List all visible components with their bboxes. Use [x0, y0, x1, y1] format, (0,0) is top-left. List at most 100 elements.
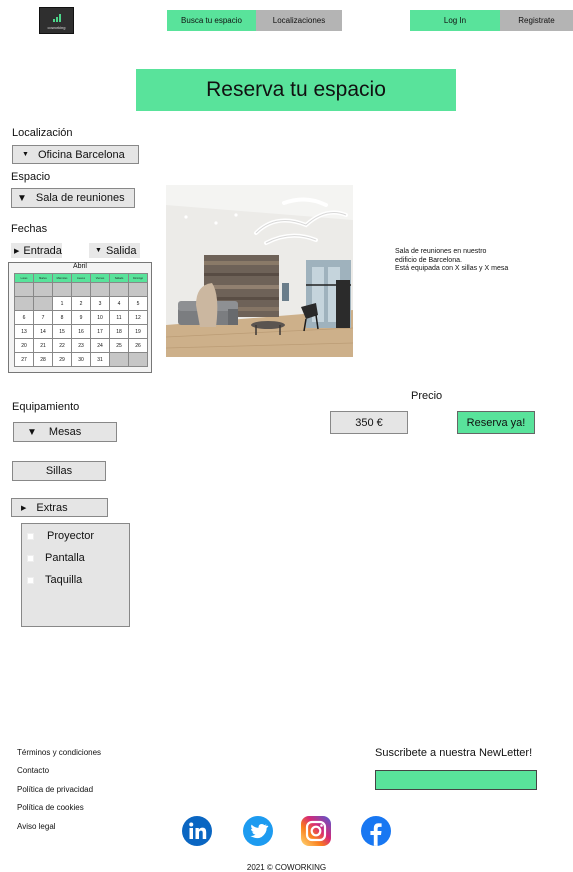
calendar-empty-cell	[128, 352, 148, 367]
calendar-empty-cell	[52, 282, 72, 297]
twitter-icon[interactable]	[242, 815, 274, 847]
caret-down-icon: ▼	[27, 426, 37, 438]
calendar-day[interactable]: 25	[109, 338, 129, 353]
calendar-day[interactable]: 2	[71, 296, 91, 311]
option-label: Pantalla	[45, 552, 85, 564]
calendar-week-row	[14, 282, 148, 297]
calendar-day[interactable]: 18	[109, 324, 129, 339]
calendar-day[interactable]: 17	[90, 324, 110, 339]
calendar-empty-cell	[33, 296, 53, 311]
calendar-week-row: 20 21 22 23 24 25 26	[14, 338, 148, 353]
calendar-day[interactable]: 23	[71, 338, 91, 353]
tables-value: Mesas	[48, 426, 82, 438]
calendar-day[interactable]: 20	[14, 338, 34, 353]
end-date-value: Salida	[105, 244, 137, 257]
logo-bars-icon	[53, 14, 63, 22]
calendar-day[interactable]: 13	[14, 324, 34, 339]
calendar-day[interactable]: 21	[33, 338, 53, 353]
checkbox[interactable]	[27, 532, 34, 540]
calendar-day[interactable]: 12	[128, 310, 148, 325]
calendar-day[interactable]: 27	[14, 352, 34, 367]
space-value: Sala de reuniones	[35, 192, 125, 204]
footer-link-privacy[interactable]: Política de privacidad	[17, 785, 93, 794]
extras-option-screen[interactable]: Pantalla	[27, 552, 85, 564]
calendar-day[interactable]: 16	[71, 324, 91, 339]
start-date-value: Entrada	[23, 244, 62, 257]
login-button[interactable]: Log In	[410, 10, 500, 31]
reserve-button[interactable]: Reserva ya!	[457, 411, 535, 434]
logo-text: coworking	[47, 25, 66, 30]
location-value: Oficina Barcelona	[37, 148, 125, 161]
nav-locations[interactable]: Localizaciones	[256, 10, 342, 31]
equipment-label: Equipamiento	[12, 401, 80, 413]
calendar-day[interactable]: 7	[33, 310, 53, 325]
calendar-empty-cell	[71, 282, 91, 297]
extras-panel: Proyector Pantalla Taquilla	[21, 523, 130, 627]
calendar-weekday-row: Lunes Martes Miércoles Jueves Viernes Sábado D…	[14, 273, 148, 283]
extras-dropdown[interactable]: ▶ Extras	[11, 498, 108, 517]
register-button[interactable]: Registrate	[500, 10, 573, 31]
description-line: Está equipada con X sillas y X mesa	[395, 265, 509, 273]
space-dropdown[interactable]: ▼ Sala de reuniones	[11, 188, 135, 208]
calendar-day[interactable]: 15	[52, 324, 72, 339]
logo[interactable]: coworking	[39, 7, 74, 34]
calendar-weekday: Miércoles	[52, 273, 72, 283]
footer-link-legal[interactable]: Aviso legal	[17, 822, 56, 831]
caret-down-icon: ▼	[22, 151, 29, 158]
calendar-day[interactable]: 30	[71, 352, 91, 367]
location-dropdown[interactable]: ▼ Oficina Barcelona	[12, 145, 139, 164]
linkedin-icon[interactable]	[181, 815, 213, 847]
instagram-icon[interactable]	[300, 815, 332, 847]
checkbox[interactable]	[27, 576, 34, 584]
checkbox[interactable]	[27, 554, 34, 562]
option-label: Taquilla	[45, 574, 83, 586]
nav-search-space[interactable]: Busca tu espacio	[167, 10, 256, 31]
calendar-day[interactable]: 28	[33, 352, 53, 367]
calendar-day[interactable]: 11	[109, 310, 129, 325]
tables-dropdown[interactable]: ▼ Mesas	[13, 422, 117, 442]
caret-down-icon: ▼	[95, 247, 102, 254]
newsletter-input[interactable]	[375, 770, 537, 790]
description-line: edificio de Barcelona.	[395, 256, 462, 264]
calendar-day[interactable]: 19	[128, 324, 148, 339]
newsletter-label: Suscribete a nuestra NewLetter!	[375, 747, 533, 759]
calendar-empty-cell	[14, 282, 34, 297]
calendar-day[interactable]: 22	[52, 338, 72, 353]
calendar-day[interactable]: 6	[14, 310, 34, 325]
calendar-day[interactable]: 24	[90, 338, 110, 353]
calendar-grid: Lunes Martes Miércoles Jueves Viernes Sábado D…	[14, 273, 148, 367]
caret-right-icon: ▶	[21, 504, 27, 512]
dates-label: Fechas	[11, 223, 48, 235]
space-label: Espacio	[11, 171, 51, 183]
calendar-day[interactable]: 14	[33, 324, 53, 339]
calendar-empty-cell	[33, 282, 53, 297]
calendar-day[interactable]: 31	[90, 352, 110, 367]
start-date-dropdown[interactable]: ▶ Entrada	[11, 243, 62, 258]
footer-link-contact[interactable]: Contacto	[17, 766, 49, 775]
calendar-month: Abril	[72, 263, 87, 270]
calendar-empty-cell	[109, 352, 129, 367]
extras-option-projector[interactable]: Proyector	[27, 530, 94, 542]
space-photo	[166, 185, 353, 357]
calendar-weekday: Domingo	[128, 273, 148, 283]
calendar-empty-cell	[90, 282, 110, 297]
facebook-icon[interactable]	[360, 815, 392, 847]
footer-link-cookies[interactable]: Política de cookies	[17, 803, 84, 812]
calendar-day[interactable]: 8	[52, 310, 72, 325]
caret-down-icon: ▼	[17, 192, 27, 204]
footer-link-terms[interactable]: Términos y condiciones	[17, 748, 101, 757]
chairs-button[interactable]: Sillas	[12, 461, 106, 481]
calendar: Abril Lunes Martes Miércoles Jueves Viernes S…	[8, 262, 152, 373]
calendar-day[interactable]: 9	[71, 310, 91, 325]
calendar-week-row: 12345	[14, 296, 148, 311]
calendar-day[interactable]: 5	[128, 296, 148, 311]
page-title: Reserva tu espacio	[136, 69, 456, 111]
calendar-day[interactable]: 1	[52, 296, 72, 311]
calendar-day[interactable]: 4	[109, 296, 129, 311]
extras-option-locker[interactable]: Taquilla	[27, 574, 82, 586]
calendar-day[interactable]: 10	[90, 310, 110, 325]
calendar-day[interactable]: 3	[90, 296, 110, 311]
calendar-day[interactable]: 29	[52, 352, 72, 367]
end-date-dropdown[interactable]: ▼ Salida	[89, 243, 140, 258]
calendar-day[interactable]: 26	[128, 338, 148, 353]
